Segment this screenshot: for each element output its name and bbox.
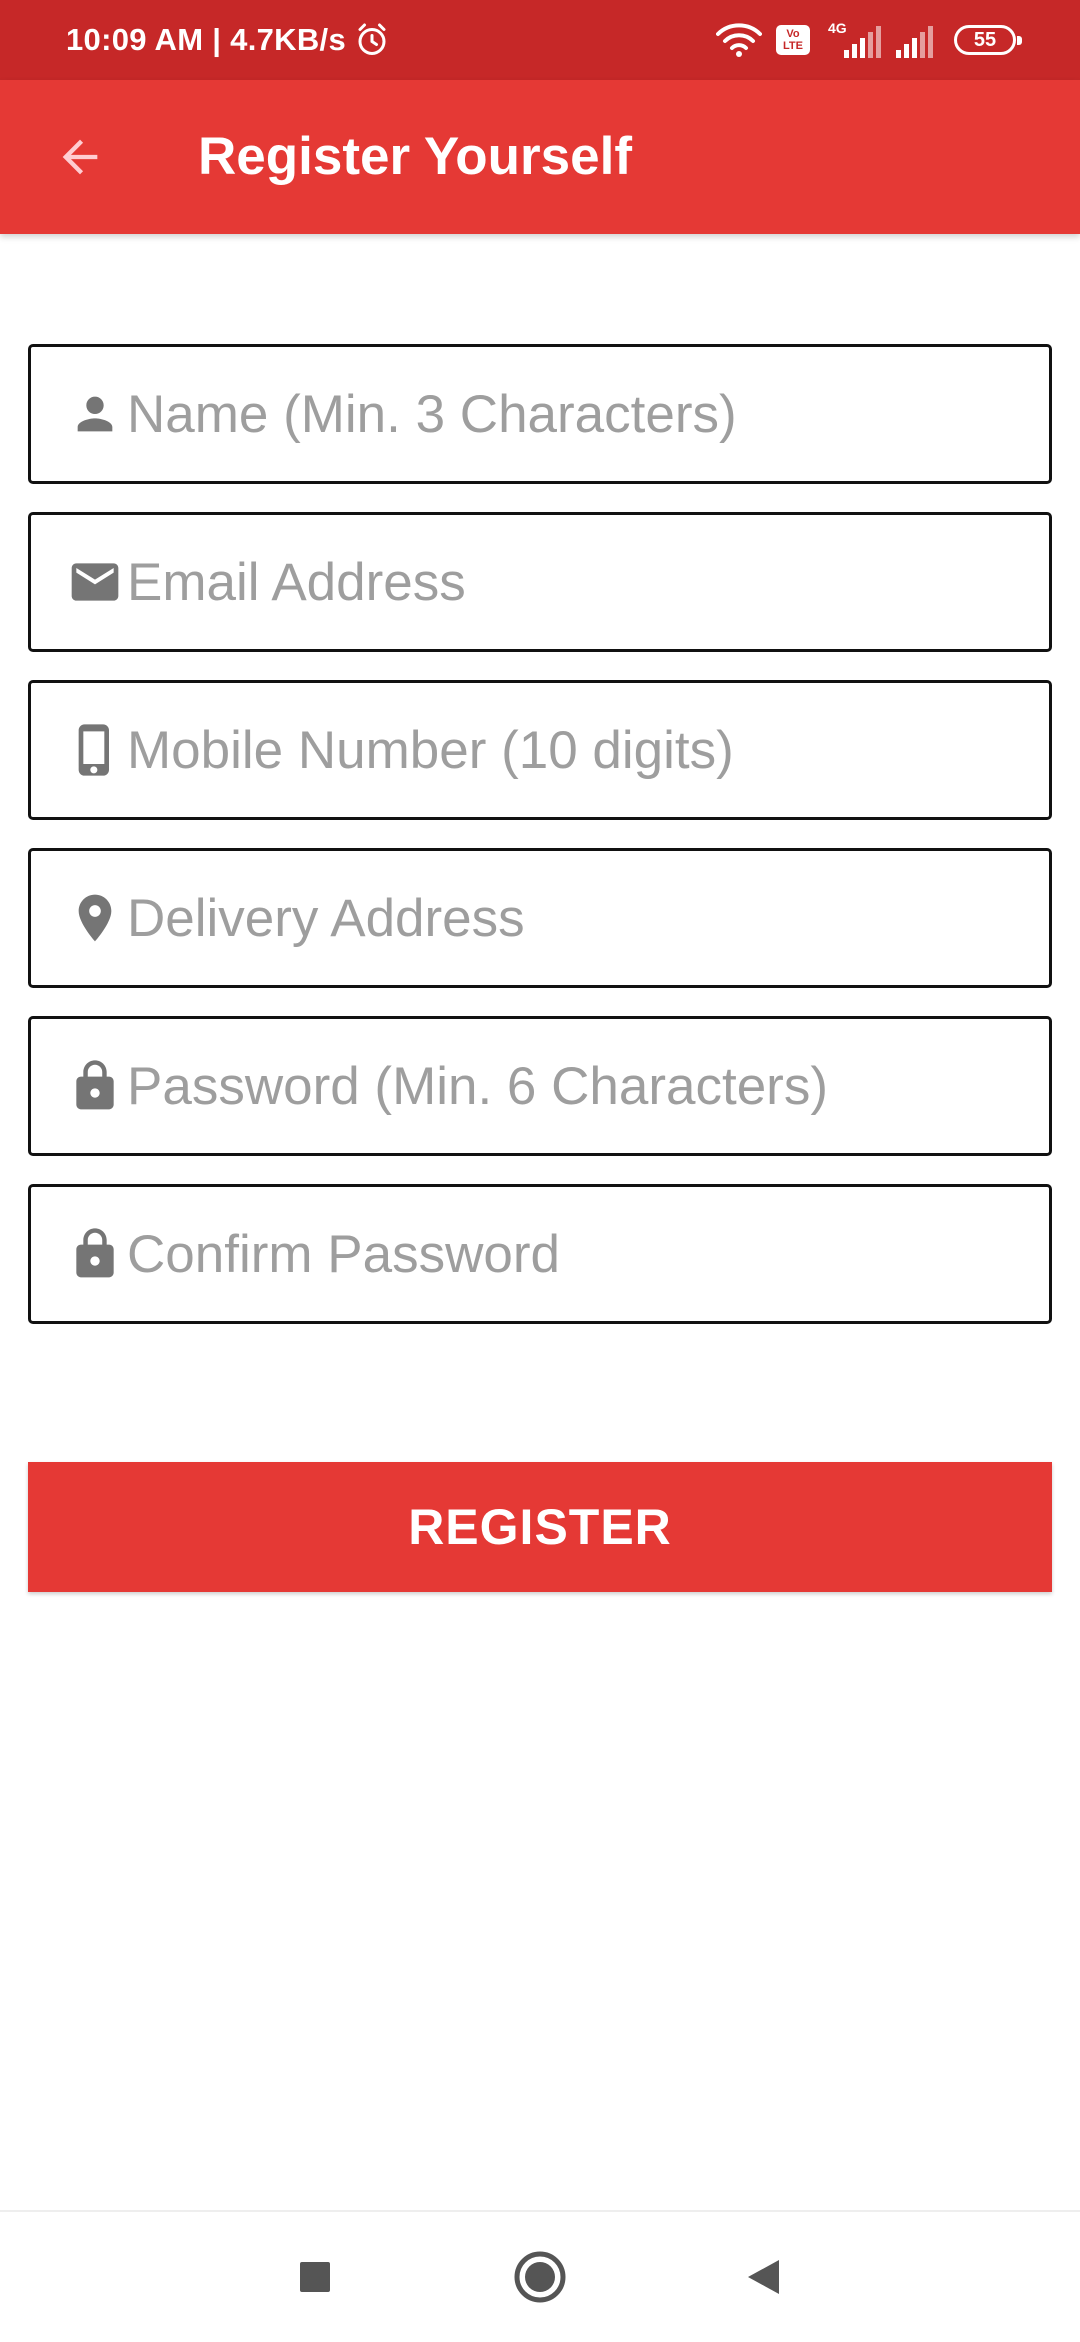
page-title: Register Yourself [198, 127, 632, 186]
status-left: 10:09 AM | 4.7KB/s [66, 0, 390, 80]
confirm-password-field[interactable] [28, 1184, 1052, 1324]
name-input[interactable] [127, 364, 1007, 464]
address-input[interactable] [127, 868, 1007, 968]
triangle-back-icon [748, 2260, 779, 2294]
volte-icon: Vo LTE [776, 25, 810, 55]
alarm-icon [358, 23, 386, 55]
confirm-password-input[interactable] [127, 1204, 1007, 1304]
password-field[interactable] [28, 1016, 1052, 1156]
status-time-speed: 10:09 AM | 4.7KB/s [66, 22, 346, 57]
signal-strength-icon-2 [896, 26, 933, 58]
status-right: Vo LTE 4G 55 [716, 0, 1022, 80]
circle-icon [514, 2251, 566, 2303]
email-input[interactable] [127, 532, 1007, 632]
lock-icon [67, 1226, 123, 1282]
home-button[interactable] [505, 2242, 575, 2312]
password-input[interactable] [127, 1036, 1007, 1136]
back-nav-button[interactable] [728, 2242, 798, 2312]
navigation-bar [0, 2210, 1080, 2342]
recents-button[interactable] [280, 2242, 350, 2312]
battery-level: 55 [973, 28, 997, 51]
mobile-field[interactable] [28, 680, 1052, 820]
mobile-input[interactable] [127, 700, 1007, 800]
register-button[interactable]: REGISTER [28, 1462, 1052, 1592]
lock-icon [67, 1058, 123, 1114]
wifi-icon [716, 23, 762, 57]
arrow-back-icon [62, 139, 98, 175]
battery-indicator: 55 [954, 25, 1022, 55]
email-icon [67, 554, 123, 610]
name-field[interactable] [28, 344, 1052, 484]
square-icon [300, 2262, 330, 2292]
signal-strength-icon [844, 26, 881, 58]
person-icon [67, 386, 123, 442]
volte-line2: LTE [783, 40, 803, 52]
signal-4g: 4G [824, 20, 884, 60]
status-bar: 10:09 AM | 4.7KB/s Vo LTE 4G 55 [0, 0, 1080, 80]
address-field[interactable] [28, 848, 1052, 988]
app-bar: Register Yourself [0, 80, 1080, 234]
back-button[interactable] [40, 117, 120, 197]
volte-line1: Vo [786, 28, 800, 40]
phone-icon [67, 722, 123, 778]
location-pin-icon [67, 890, 123, 946]
email-field[interactable] [28, 512, 1052, 652]
